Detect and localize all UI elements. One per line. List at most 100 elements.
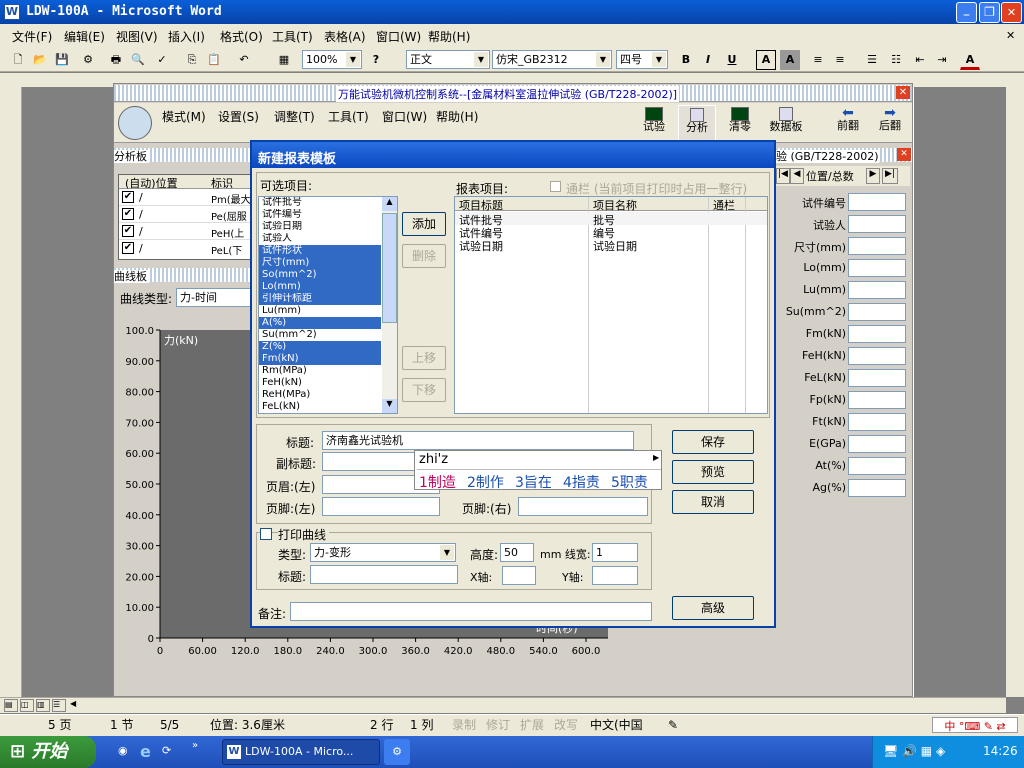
delete-button[interactable]: 删除 [402, 244, 446, 268]
list-item[interactable]: 试件形状 [259, 245, 381, 257]
add-button[interactable]: 添加 [402, 212, 446, 236]
list-item[interactable]: Rm(MPa) [259, 365, 381, 377]
test-button[interactable]: 试验 [638, 107, 670, 133]
media-icon[interactable]: ◉ [118, 744, 128, 757]
data-field-input[interactable] [848, 347, 906, 365]
outline-view-icon[interactable]: ☰ [52, 699, 66, 712]
app-menu-window[interactable]: 窗口(W) [382, 108, 427, 125]
menu-tools[interactable]: 工具(T) [272, 28, 313, 46]
font-combo[interactable]: 仿宋_GB2312▼ [492, 50, 612, 69]
ime-candidate[interactable]: 2制作 [467, 472, 504, 492]
list-item[interactable]: Lu(mm) [259, 305, 381, 317]
menu-file[interactable]: 文件(F) [12, 28, 52, 46]
nav-prev-icon[interactable]: ◀ [790, 168, 804, 184]
notes-field[interactable] [290, 602, 652, 621]
list-item[interactable]: Su(mm^2) [259, 329, 381, 341]
menu-table[interactable]: 表格(A) [324, 28, 366, 46]
data-field-input[interactable] [848, 193, 906, 211]
indent-icon[interactable]: ⇥ [932, 50, 952, 70]
list-item[interactable]: Fm(kN) [259, 353, 381, 365]
ime-candidate[interactable]: 4指责 [563, 472, 600, 492]
align-center-icon[interactable]: ≡ [830, 50, 850, 70]
x-axis-field[interactable] [502, 566, 536, 585]
status-rec[interactable]: 录制 [452, 717, 476, 733]
curve-title-field[interactable] [310, 565, 458, 584]
menu-window[interactable]: 窗口(W) [376, 28, 421, 46]
menu-view[interactable]: 视图(V) [116, 28, 158, 46]
data-field-input[interactable] [848, 479, 906, 497]
list-item[interactable]: FeL(kN) [259, 401, 381, 413]
checkbox-checked[interactable]: ✔ [122, 208, 134, 220]
scroll-down-icon[interactable]: ▼ [382, 399, 397, 413]
data-board-button[interactable]: 数据板 [764, 107, 808, 133]
print-curve-type-combo[interactable]: 力-变形▼ [310, 543, 456, 562]
word-horizontal-scrollbar[interactable]: ▤ ◫ ▥ ☰ ◀ [0, 697, 1006, 713]
app-menu-mode[interactable]: 模式(M) [162, 108, 206, 125]
list-item[interactable]: FeH(kN) [259, 377, 381, 389]
print-curve-checkbox[interactable] [260, 528, 272, 540]
checkbox-checked[interactable]: ✔ [122, 191, 134, 203]
align-left-icon[interactable]: ≡ [808, 50, 828, 70]
menu-help[interactable]: 帮助(H) [428, 28, 470, 46]
underline-icon[interactable]: U [722, 50, 742, 70]
word-vertical-scrollbar[interactable] [1006, 87, 1024, 697]
table-icon[interactable]: ▦ [274, 50, 294, 70]
font-color-icon[interactable]: A [960, 50, 980, 70]
preview-button[interactable]: 预览 [672, 460, 754, 484]
app-menu-settings[interactable]: 设置(S) [218, 108, 259, 125]
next-page-button[interactable]: ➡后翻 [874, 107, 906, 132]
advanced-button[interactable]: 高级 [672, 596, 754, 620]
subtitle-field[interactable] [322, 452, 418, 471]
list-item[interactable]: A(%) [259, 317, 381, 329]
italic-icon[interactable]: I [698, 50, 718, 70]
zero-button[interactable]: 清零 [724, 107, 756, 133]
list-item[interactable]: 试件编号 [259, 209, 381, 221]
analysis-row[interactable]: ✔ / PeL(下 [119, 240, 251, 257]
list-item[interactable]: Z(%) [259, 341, 381, 353]
status-ovr[interactable]: 改写 [554, 717, 578, 733]
permission-icon[interactable]: ⚙ [78, 50, 98, 70]
tray-icons[interactable]: 🖥 🔊 ▦ ◈ [883, 744, 945, 758]
analysis-row[interactable]: ✔ / Pe(屈服 [119, 206, 251, 223]
ime-candidate[interactable]: 5职责 [611, 472, 648, 492]
data-field-input[interactable] [848, 303, 906, 321]
table-row[interactable]: 试件编号编号 [455, 225, 767, 238]
start-button[interactable]: ⊞ 开始 [0, 736, 96, 768]
app-menu-adjust[interactable]: 调整(T) [274, 108, 315, 125]
web-view-icon[interactable]: ◫ [20, 699, 34, 712]
print-icon[interactable]: 🖶 [106, 50, 126, 70]
line-width-field[interactable]: 1 [592, 543, 638, 562]
analyze-button[interactable]: 分析 [678, 105, 716, 141]
list-item[interactable]: ReH(MPa) [259, 389, 381, 401]
cancel-button[interactable]: 取消 [672, 490, 754, 514]
list-item[interactable]: Lo(mm) [259, 281, 381, 293]
scroll-thumb[interactable] [382, 213, 397, 323]
chevron-down-icon[interactable]: ▼ [440, 545, 454, 560]
move-up-button[interactable]: 上移 [402, 346, 446, 370]
menu-insert[interactable]: 插入(I) [168, 28, 205, 46]
y-axis-field[interactable] [592, 566, 638, 585]
chevron-right-icon[interactable]: » [192, 740, 198, 751]
checkbox-checked[interactable]: ✔ [122, 242, 134, 254]
chevron-down-icon[interactable]: ▼ [474, 52, 488, 67]
close-button[interactable]: ✕ [1001, 2, 1022, 23]
data-field-input[interactable] [848, 215, 906, 233]
available-list[interactable]: 试件批号试件编号试验日期试验人试件形状尺寸(mm)So(mm^2)Lo(mm)引… [258, 196, 398, 414]
app-menu-tools[interactable]: 工具(T) [328, 108, 369, 125]
taskbar-app-task[interactable]: ⚙ [384, 739, 410, 765]
outdent-icon[interactable]: ⇤ [910, 50, 930, 70]
footer-right-field[interactable] [518, 497, 648, 516]
ime-candidate[interactable]: 3旨在 [515, 472, 552, 492]
list-item[interactable]: 试验人 [259, 233, 381, 245]
normal-view-icon[interactable]: ▤ [4, 699, 18, 712]
move-down-button[interactable]: 下移 [402, 378, 446, 402]
nav-next-icon[interactable]: ▶ [866, 168, 880, 184]
data-field-input[interactable] [848, 391, 906, 409]
taskbar-word-task[interactable]: W LDW-100A - Micro... [222, 739, 380, 765]
spell-icon[interactable]: ✓ [152, 50, 172, 70]
list-item[interactable]: 试件批号 [259, 197, 381, 209]
analysis-row[interactable]: ✔ / PeH(上 [119, 223, 251, 240]
data-field-input[interactable] [848, 435, 906, 453]
prev-page-button[interactable]: ⬅前翻 [832, 107, 864, 132]
checkbox-checked[interactable]: ✔ [122, 225, 134, 237]
